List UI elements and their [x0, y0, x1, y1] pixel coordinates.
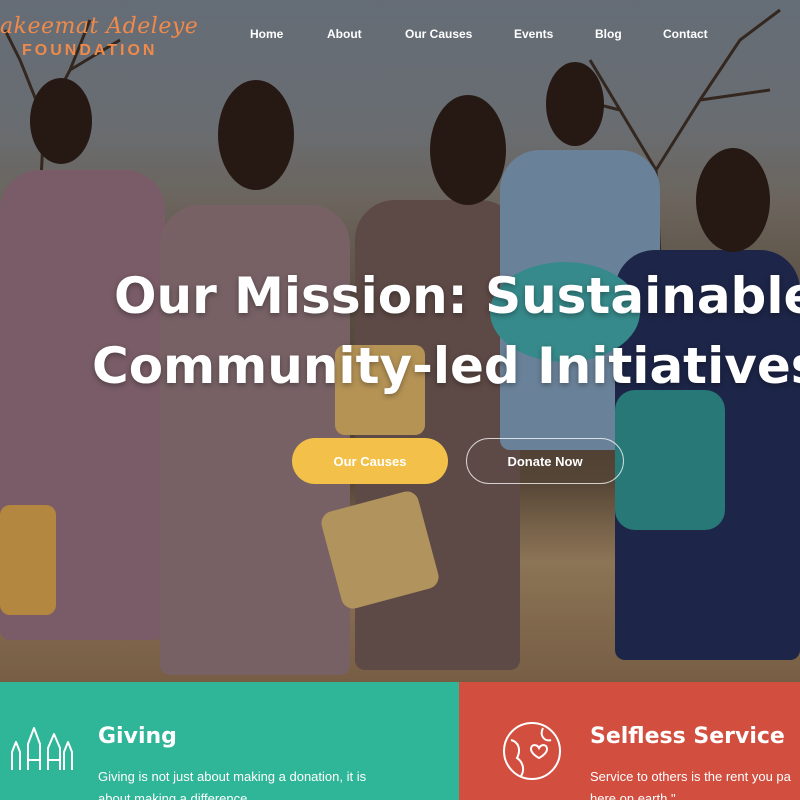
hero-headline-line1: Our Mission: Sustainable [114, 267, 800, 325]
brand-logo-subtitle[interactable]: FOUNDATION [22, 42, 157, 60]
nav-about[interactable]: About [327, 27, 362, 41]
nav-contact[interactable]: Contact [663, 27, 708, 41]
globe-heart-icon [503, 722, 561, 780]
feature-service-title: Selfless Service [590, 724, 785, 749]
nav-home[interactable]: Home [250, 27, 283, 41]
feature-giving-text-1: Giving is not just about making a donati… [98, 769, 367, 784]
feature-giving-title: Giving [98, 724, 177, 749]
main-nav: Home About Our Causes Events Blog Contac… [0, 27, 800, 43]
raised-hands-icon [11, 727, 73, 770]
feature-selfless-service: Selfless Service Service to others is th… [459, 682, 800, 800]
our-causes-button[interactable]: Our Causes [292, 438, 448, 484]
feature-service-text-2: here on earth." [590, 791, 676, 800]
nav-events[interactable]: Events [514, 27, 553, 41]
feature-giving: Giving Giving is not just about making a… [0, 682, 459, 800]
donate-now-button[interactable]: Donate Now [466, 438, 624, 484]
feature-giving-text-2: about making a difference [98, 791, 248, 800]
nav-our-causes[interactable]: Our Causes [405, 27, 472, 41]
hero-headline-line2: Community-led Initiatives [92, 337, 800, 395]
feature-service-text-1: Service to others is the rent you pa [590, 769, 791, 784]
nav-blog[interactable]: Blog [595, 27, 622, 41]
